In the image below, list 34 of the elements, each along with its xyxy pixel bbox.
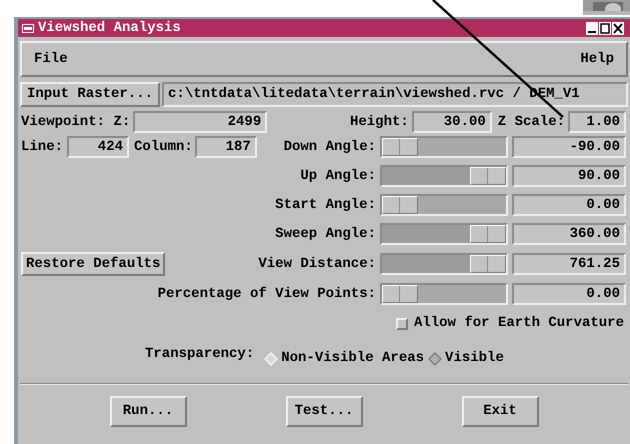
field-label: Start Angle: [275, 196, 376, 214]
field-label: Sweep Angle: [275, 224, 376, 244]
field-label: Z Scale: [498, 112, 565, 132]
value-field[interactable]: 30.00 [412, 111, 492, 133]
field-label: Down Angle: [284, 138, 376, 156]
radio-label[interactable]: Visible [445, 348, 504, 369]
menu-item[interactable]: File [34, 48, 68, 70]
dialog-button[interactable]: Run... [110, 396, 186, 427]
field-label: Up Angle: [300, 166, 376, 186]
window-title: Viewshed Analysis [38, 18, 182, 38]
value-field[interactable]: 90.00 [512, 165, 626, 187]
value-field[interactable]: 0.00 [512, 283, 626, 305]
value-field[interactable]: 0.00 [512, 194, 626, 216]
field-label: Column: [134, 138, 193, 156]
checkbox-label[interactable]: Allow for Earth Curvature [414, 313, 624, 334]
value-field[interactable]: 2499 [133, 111, 268, 133]
dialog-button[interactable]: Exit [462, 396, 538, 427]
field-label: Line: [21, 138, 64, 156]
field-label: View Distance: [258, 254, 376, 274]
menu-item[interactable]: Help [580, 48, 614, 70]
value-field[interactable]: 1.00 [568, 111, 626, 133]
field-label: Transparency: [145, 345, 254, 364]
value-field[interactable]: 424 [67, 136, 130, 158]
field-label: Percentage of View Points: [158, 284, 376, 304]
radio-label[interactable]: Non-Visible Areas [281, 348, 424, 369]
dialog-button[interactable]: Test... [286, 396, 362, 427]
field-label: Height: [350, 112, 409, 132]
value-field[interactable]: 187 [194, 136, 257, 158]
input-raster-button[interactable]: Input Raster... [20, 82, 160, 107]
restore-defaults-button[interactable]: Restore Defaults [21, 252, 166, 276]
field-label: Viewpoint: Z: [21, 112, 130, 132]
value-field[interactable]: 761.25 [512, 253, 626, 275]
value-field[interactable]: 360.00 [512, 223, 626, 245]
value-field[interactable]: -90.00 [512, 136, 626, 158]
